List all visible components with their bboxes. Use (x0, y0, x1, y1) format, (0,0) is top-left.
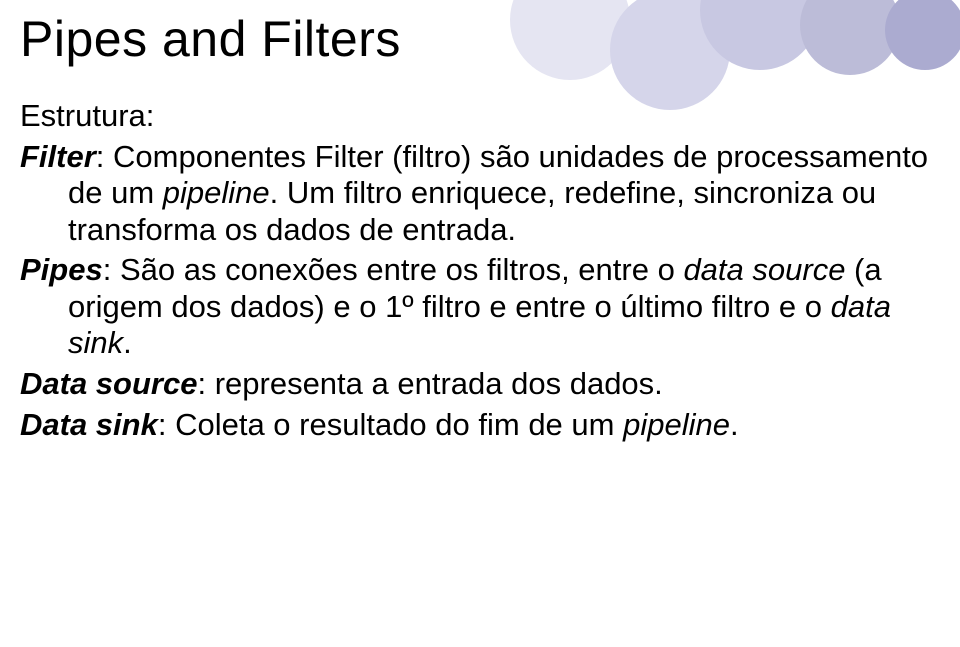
term-pipes: Pipes (20, 252, 103, 287)
body-text: Estrutura: Filter: Componentes Filter (f… (20, 98, 930, 443)
slide-content: Pipes and Filters Estrutura: Filter: Com… (0, 0, 960, 443)
term-data-source: Data source (20, 366, 197, 401)
italic-pipeline-2: pipeline (623, 407, 730, 442)
term-filter: Filter (20, 139, 96, 174)
definition-pipes: Pipes: São as conexões entre os filtros,… (20, 252, 930, 362)
definition-data-source: Data source: representa a entrada dos da… (20, 366, 930, 403)
text: : São as conexões entre os filtros, entr… (103, 252, 684, 287)
term-data-sink: Data sink (20, 407, 158, 442)
text: . (730, 407, 739, 442)
italic-data-source: data source (683, 252, 845, 287)
italic-pipeline: pipeline (163, 175, 270, 210)
text: : representa a entrada dos dados. (197, 366, 662, 401)
section-label: Estrutura: (20, 98, 930, 135)
text: . (123, 325, 132, 360)
page-title: Pipes and Filters (20, 10, 930, 68)
text: : Coleta o resultado do fim de um (158, 407, 623, 442)
definition-filter: Filter: Componentes Filter (filtro) são … (20, 139, 930, 249)
definition-data-sink: Data sink: Coleta o resultado do fim de … (20, 407, 930, 444)
